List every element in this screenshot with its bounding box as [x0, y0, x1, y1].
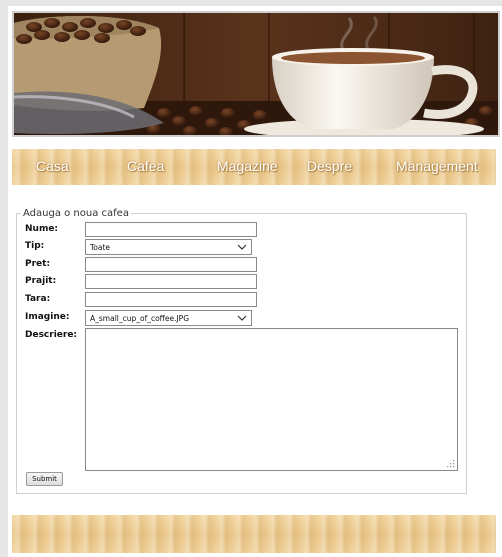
chevron-down-icon: [237, 315, 247, 321]
nav-item-casa[interactable]: Casa: [36, 158, 69, 174]
nume-label: Nume:: [25, 224, 59, 234]
tip-label: Tip:: [25, 241, 45, 251]
add-coffee-fieldset: Adauga o noua cafea Nume: Tip: Toate Pre…: [16, 208, 467, 494]
nav-item-despre[interactable]: Despre: [307, 158, 352, 174]
tara-label: Tara:: [25, 294, 51, 304]
resize-grip-icon[interactable]: [447, 460, 455, 468]
imagine-select[interactable]: A_small_cup_of_coffee.JPG: [85, 310, 252, 326]
pret-label: Pret:: [25, 259, 51, 269]
prajit-label: Prajit:: [25, 276, 57, 286]
descriere-label: Descriere:: [25, 330, 78, 340]
nav-item-magazine[interactable]: Magazine: [217, 158, 278, 174]
main-navigation: Casa Cafea Magazine Despre Management: [12, 149, 496, 185]
tara-input[interactable]: [85, 292, 257, 307]
chevron-down-icon: [237, 244, 247, 250]
imagine-label: Imagine:: [25, 312, 70, 322]
submit-button[interactable]: Submit: [26, 472, 63, 486]
tip-selected-value: Toate: [90, 243, 111, 252]
nav-item-management[interactable]: Management: [396, 158, 478, 174]
imagine-selected-value: A_small_cup_of_coffee.JPG: [90, 314, 190, 323]
descriere-textarea[interactable]: [85, 328, 458, 471]
coffee-banner-image: [12, 11, 500, 137]
tip-select[interactable]: Toate: [85, 239, 252, 255]
footer-bar: [12, 515, 496, 553]
nav-item-cafea[interactable]: Cafea: [127, 158, 164, 174]
fieldset-legend: Adauga o noua cafea: [21, 208, 131, 219]
nume-input[interactable]: [85, 222, 257, 237]
prajit-input[interactable]: [85, 274, 257, 289]
pret-input[interactable]: [85, 257, 257, 272]
page: Casa Cafea Magazine Despre Management Ad…: [8, 6, 502, 557]
